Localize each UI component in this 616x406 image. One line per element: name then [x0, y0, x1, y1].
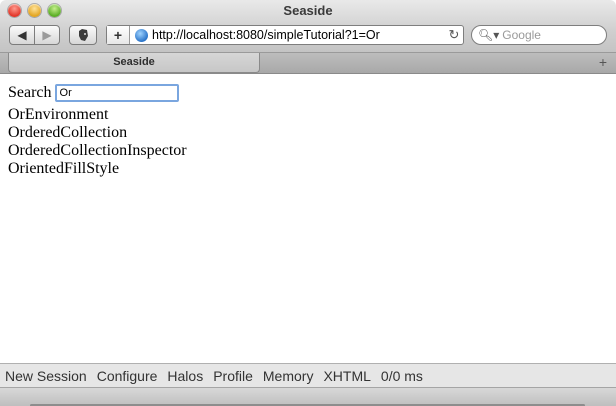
search-results: OrEnvironment OrderedCollection OrderedC… — [8, 106, 187, 178]
web-search-field[interactable]: 🔍︎▾ Google — [471, 25, 607, 45]
browser-window: Seaside ◀ ▶ + http://localhost:8080/simp… — [0, 0, 616, 406]
window-title: Seaside — [283, 3, 333, 18]
configure-link[interactable]: Configure — [97, 368, 158, 384]
site-globe-icon — [135, 28, 148, 42]
evernote-icon — [79, 29, 88, 41]
result-item: OrEnvironment — [8, 106, 109, 123]
page-content: Search OrEnvironment OrderedCollection O… — [0, 74, 616, 363]
status-bar — [0, 387, 616, 406]
browser-toolbar: Seaside ◀ ▶ + http://localhost:8080/simp… — [0, 0, 616, 53]
tab-bar: Seaside + — [0, 53, 616, 74]
search-icon[interactable]: 🔍︎▾ — [478, 28, 499, 42]
forward-arrow-icon: ▶ — [42, 28, 52, 42]
new-tab-icon[interactable]: + — [599, 54, 607, 70]
reload-icon[interactable]: ↻ — [445, 27, 463, 43]
render-timing: 0/0 ms — [380, 367, 423, 384]
address-bar[interactable]: + http://localhost:8080/simpleTutorial?1… — [106, 25, 464, 45]
add-bookmark-button[interactable]: + — [107, 26, 130, 44]
halos-link[interactable]: Halos — [167, 368, 203, 384]
new-session-link[interactable]: New Session — [5, 368, 87, 384]
result-item: OrientedFillStyle — [8, 160, 120, 177]
xhtml-link[interactable]: XHTML — [323, 368, 370, 384]
search-label: Search — [8, 84, 52, 101]
web-search-placeholder: Google — [502, 28, 541, 42]
result-item: OrderedCollectionInspector — [8, 142, 187, 159]
url-field[interactable]: http://localhost:8080/simpleTutorial?1=O… — [152, 28, 445, 42]
profile-link[interactable]: Profile — [213, 368, 253, 384]
result-item: OrderedCollection — [8, 124, 128, 141]
search-input[interactable] — [54, 84, 179, 102]
back-arrow-icon: ◀ — [17, 28, 27, 42]
search-form: Search — [8, 84, 179, 102]
forward-button[interactable]: ▶ — [34, 25, 60, 45]
memory-link[interactable]: Memory — [263, 368, 314, 384]
evernote-extension-button[interactable] — [69, 25, 97, 45]
back-button[interactable]: ◀ — [9, 25, 35, 45]
tab-seaside[interactable]: Seaside — [8, 53, 260, 73]
seaside-toolbar: New Session Configure Halos Profile Memo… — [0, 363, 616, 387]
